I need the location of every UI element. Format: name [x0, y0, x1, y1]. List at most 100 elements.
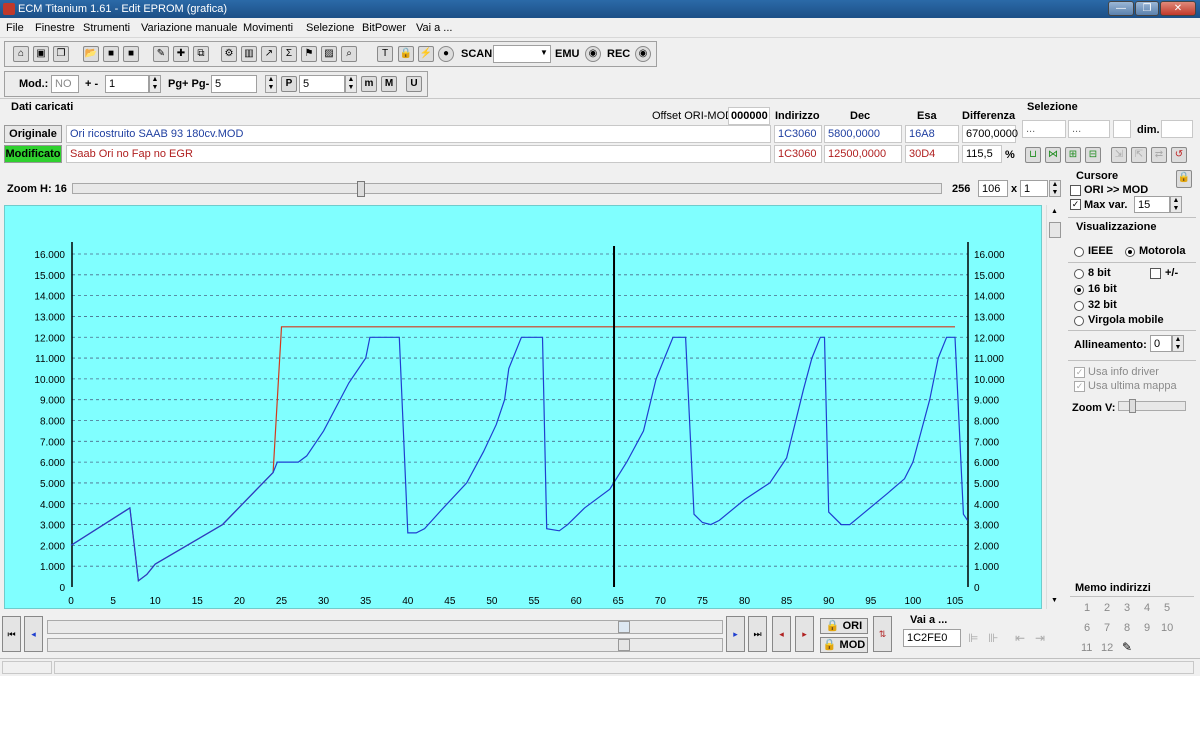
- signed-checkbox[interactable]: [1150, 268, 1161, 279]
- memo-item[interactable]: 4: [1144, 602, 1150, 614]
- copy-icon[interactable]: ❐: [53, 46, 69, 62]
- memo-item[interactable]: 3: [1124, 602, 1130, 614]
- plusminus-spinner[interactable]: ▲ ▼: [149, 75, 161, 93]
- pg-field[interactable]: 5: [211, 75, 257, 93]
- zoom-value[interactable]: 106: [978, 180, 1008, 197]
- memo-item[interactable]: 5: [1164, 602, 1170, 614]
- zoom-factor[interactable]: 1: [1020, 180, 1048, 197]
- 8bit-radio[interactable]: [1074, 269, 1084, 279]
- lock-icon[interactable]: 🔒: [398, 46, 414, 62]
- horizontal-scroll-lower[interactable]: [47, 638, 723, 652]
- next-cursor-icon[interactable]: ▸: [726, 616, 745, 652]
- vai-a-field[interactable]: 1C2FE0: [903, 629, 961, 647]
- memo-item[interactable]: 6: [1084, 622, 1090, 634]
- ori-mod-checkbox[interactable]: [1070, 185, 1081, 196]
- p-field[interactable]: 5: [299, 75, 345, 93]
- graph-icon[interactable]: ▨: [321, 46, 337, 62]
- mod-field[interactable]: NO: [51, 75, 79, 93]
- max-var-spinner[interactable]: ▲ ▼: [1170, 196, 1182, 213]
- run-icon[interactable]: ⚡: [418, 46, 434, 62]
- select-block-icon[interactable]: ⊞: [1065, 147, 1081, 163]
- menu-finestre[interactable]: Finestre: [35, 22, 75, 34]
- rec-icon[interactable]: ◉: [635, 46, 651, 62]
- m-small-icon[interactable]: m: [361, 76, 377, 92]
- emu-icon[interactable]: ◉: [585, 46, 601, 62]
- scroll-up-icon[interactable]: ▲: [1051, 208, 1058, 215]
- dim-field[interactable]: [1161, 120, 1193, 138]
- memo-item[interactable]: 9: [1144, 622, 1150, 634]
- memo-item[interactable]: 2: [1104, 602, 1110, 614]
- first-page-icon[interactable]: ⏮: [2, 616, 21, 652]
- memo-item[interactable]: 1: [1084, 602, 1090, 614]
- scroll-down-icon[interactable]: ▼: [1051, 597, 1058, 604]
- minimize-button[interactable]: —: [1108, 1, 1134, 16]
- u-icon[interactable]: U: [406, 76, 422, 92]
- original-tag[interactable]: Originale: [4, 125, 62, 143]
- horizontal-scroll-upper[interactable]: [47, 620, 723, 634]
- checksum-icon[interactable]: ✚: [173, 46, 189, 62]
- swap-icon[interactable]: ⇅: [873, 616, 892, 652]
- modified-tag[interactable]: Modificato: [4, 145, 62, 163]
- last-page-icon[interactable]: ⏭: [748, 616, 767, 652]
- menu-variazione-manuale[interactable]: Variazione manuale: [141, 22, 237, 34]
- chevron-down-icon[interactable]: ▼: [540, 48, 548, 57]
- move-selection-icon[interactable]: ⇄: [1151, 147, 1167, 163]
- save-icon[interactable]: ■: [103, 46, 119, 62]
- select-all-icon[interactable]: ⊟: [1085, 147, 1101, 163]
- zoom-h-thumb[interactable]: [357, 181, 365, 197]
- selezione-extra[interactable]: [1113, 120, 1131, 138]
- menu-movimenti[interactable]: Movimenti: [243, 22, 293, 34]
- paste-selection-icon[interactable]: ⇱: [1131, 147, 1147, 163]
- p-icon[interactable]: P: [281, 76, 297, 92]
- edit-icon[interactable]: ✎: [153, 46, 169, 62]
- maximize-button[interactable]: ❐: [1135, 1, 1159, 16]
- float-radio[interactable]: [1074, 316, 1084, 326]
- goto-next-icon[interactable]: ⇥: [1035, 631, 1045, 645]
- windows-icon[interactable]: ▣: [33, 46, 49, 62]
- scroll-thumb-lower[interactable]: [618, 639, 630, 651]
- goto-start-icon[interactable]: ⊫: [968, 631, 978, 645]
- save-as-icon[interactable]: ■: [123, 46, 139, 62]
- zoom-v-slider[interactable]: [1118, 399, 1186, 413]
- sum-icon[interactable]: Σ: [281, 46, 297, 62]
- scroll-thumb-upper[interactable]: [618, 621, 630, 633]
- motorola-radio[interactable]: [1125, 247, 1135, 257]
- ieee-radio[interactable]: [1074, 247, 1084, 257]
- p-spinner[interactable]: ▲ ▼: [345, 75, 357, 93]
- compare-icon[interactable]: ⧉: [193, 46, 209, 62]
- zoom-h-slider[interactable]: [72, 181, 942, 197]
- memo-item[interactable]: 11: [1081, 642, 1092, 654]
- chart-scroll-thumb[interactable]: [1049, 222, 1061, 238]
- max-var-field[interactable]: 15: [1134, 196, 1170, 213]
- open-folder-icon[interactable]: 📂: [83, 46, 99, 62]
- menu-file[interactable]: File: [6, 22, 24, 34]
- usa-ultima-checkbox[interactable]: ✓: [1074, 381, 1085, 392]
- copy-selection-icon[interactable]: ⇲: [1111, 147, 1127, 163]
- goto-prev-icon[interactable]: ⇤: [1015, 631, 1025, 645]
- memo-edit-icon[interactable]: ✎: [1122, 640, 1132, 654]
- driver-icon[interactable]: ⚙: [221, 46, 237, 62]
- mod-button[interactable]: 🔒 MOD: [820, 637, 868, 653]
- binoculars-icon[interactable]: ⌕: [341, 46, 357, 62]
- memo-item[interactable]: 12: [1101, 642, 1113, 654]
- chart-scrollbar[interactable]: ▲ ▼: [1046, 205, 1062, 609]
- zoom-factor-spinner[interactable]: ▲ ▼: [1049, 180, 1061, 197]
- offset-field[interactable]: 000000: [728, 107, 770, 125]
- select-start-icon[interactable]: ⊔: [1025, 147, 1041, 163]
- 16bit-radio[interactable]: [1074, 285, 1084, 295]
- menu-strumenti[interactable]: Strumenti: [83, 22, 130, 34]
- next-diff-icon[interactable]: ▸: [795, 616, 814, 652]
- allineamento-field[interactable]: 0: [1150, 335, 1172, 352]
- ori-button[interactable]: 🔒 ORI: [820, 618, 868, 634]
- max-var-checkbox[interactable]: ✓: [1070, 199, 1081, 210]
- flag-icon[interactable]: ⚑: [301, 46, 317, 62]
- menu-bitpower[interactable]: BitPower: [362, 22, 406, 34]
- memo-item[interactable]: 7: [1104, 622, 1110, 634]
- text-icon[interactable]: T: [377, 46, 393, 62]
- selezione-start[interactable]: ...: [1022, 120, 1066, 138]
- usa-info-checkbox[interactable]: ✓: [1074, 367, 1085, 378]
- variation-icon[interactable]: ↗: [261, 46, 277, 62]
- home-icon[interactable]: ⌂: [13, 46, 29, 62]
- select-range-icon[interactable]: ⋈: [1045, 147, 1061, 163]
- lock-cursor-icon[interactable]: 🔒: [1176, 170, 1192, 188]
